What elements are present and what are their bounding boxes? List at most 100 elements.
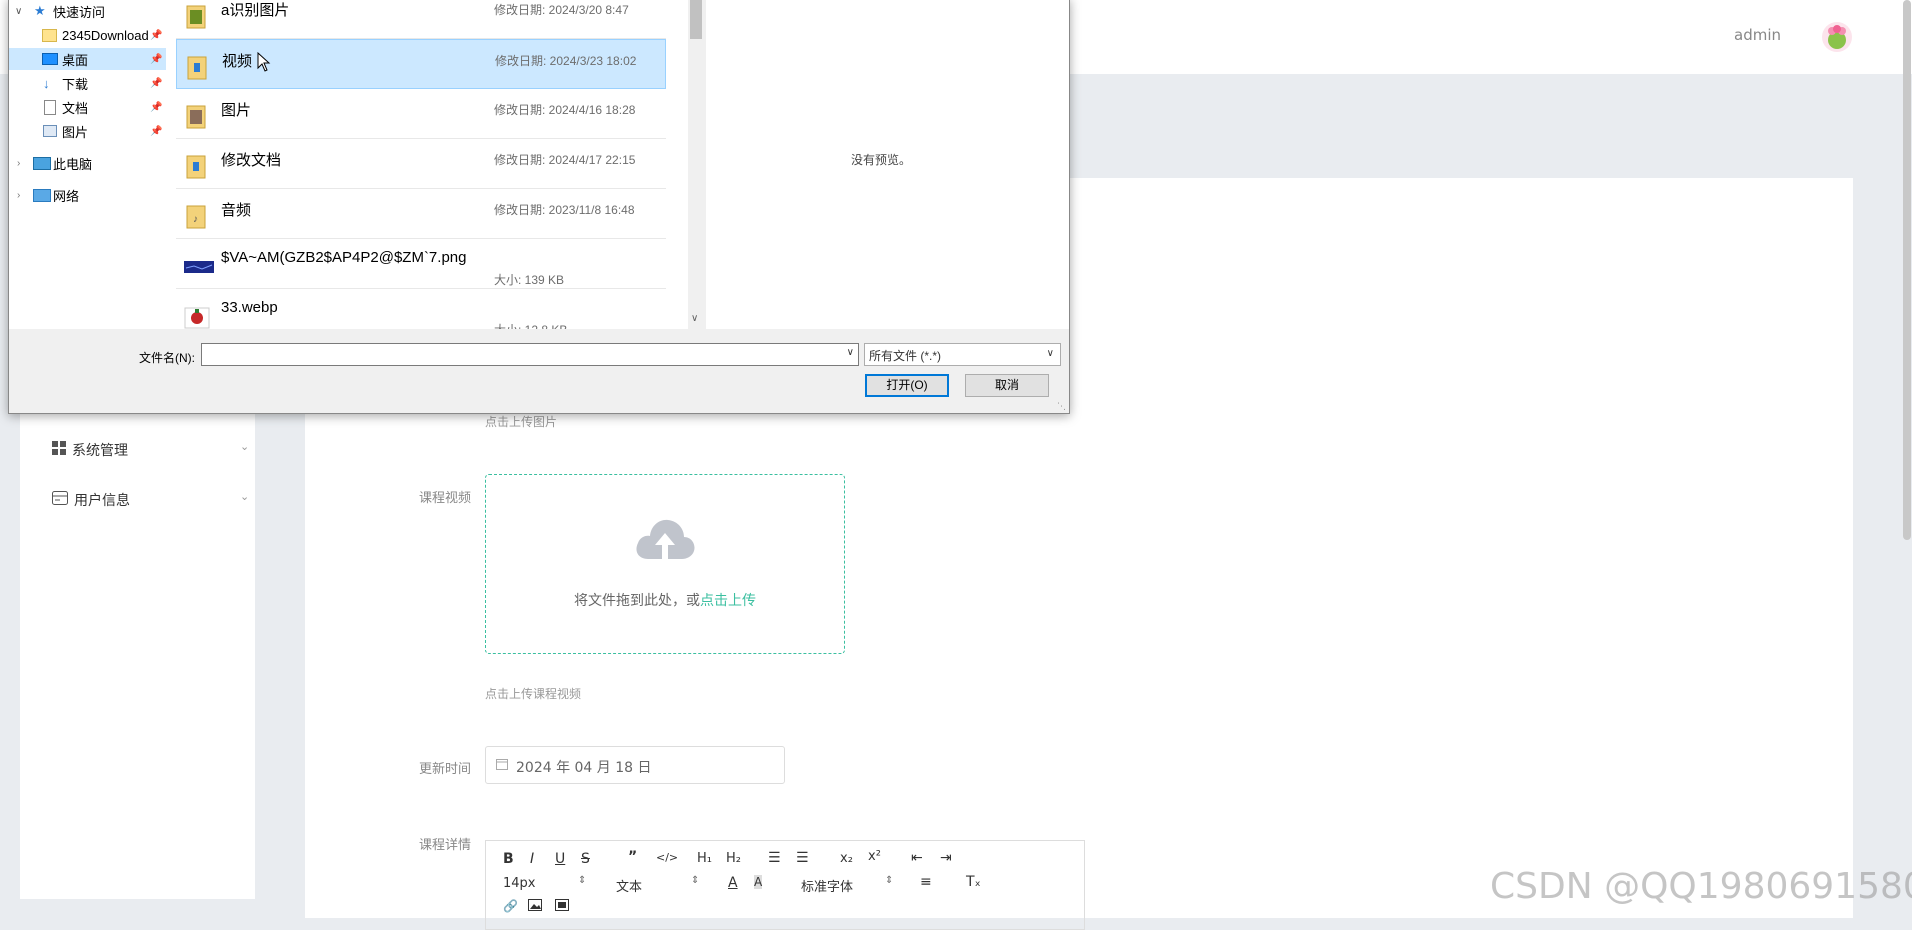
pictures-icon xyxy=(43,125,57,137)
code-icon[interactable]: </> xyxy=(656,851,678,864)
folder-icon xyxy=(184,103,210,129)
calendar-icon xyxy=(496,758,508,774)
outdent-icon[interactable]: ⇤ xyxy=(911,850,923,866)
font-family-select[interactable]: 标准字体 xyxy=(801,876,853,895)
file-meta: 修改日期: 2024/4/17 22:15 xyxy=(494,153,636,167)
font-color-icon[interactable]: A xyxy=(728,875,738,891)
h1-icon[interactable]: H₁ xyxy=(697,851,712,866)
scroll-down-icon[interactable]: ∨ xyxy=(691,313,698,324)
filetype-value: 所有文件 (*.*) xyxy=(869,349,942,363)
rich-text-editor[interactable]: B I U S ” </> H₁ H₂ ☰ ☰ x₂ x² ⇤ ⇥ 14px ⇕… xyxy=(485,840,1085,930)
paragraph-select[interactable]: 文本 xyxy=(616,876,642,895)
file-list: a识别图片 修改日期: 2024/3/20 8:47 视频 修改日期: 2024… xyxy=(166,0,688,329)
file-meta: 大小: 139 KB xyxy=(494,273,565,287)
file-row[interactable]: 视频 修改日期: 2024/3/23 18:02 xyxy=(176,39,666,89)
pin-icon: 📌 xyxy=(150,53,163,65)
nav-label: 图片 xyxy=(62,124,89,140)
italic-icon[interactable]: I xyxy=(530,851,534,867)
indent-icon[interactable]: ⇥ xyxy=(940,850,952,866)
avatar[interactable] xyxy=(1822,22,1852,52)
scrollbar-thumb[interactable] xyxy=(690,0,702,39)
image-icon[interactable] xyxy=(528,899,542,915)
folder-icon xyxy=(184,3,210,29)
nav-item-downloads[interactable]: ↓ 下载 📌 xyxy=(9,72,166,94)
subscript-icon[interactable]: x₂ xyxy=(840,851,853,866)
chevron-right-icon[interactable]: › xyxy=(17,158,20,169)
upload-drag-text: 将文件拖到此处，或 xyxy=(574,593,700,609)
blockquote-icon[interactable]: ” xyxy=(628,849,637,865)
page-scrollbar[interactable] xyxy=(1903,0,1911,540)
filetype-select[interactable]: 所有文件 (*.*) ∨ xyxy=(864,343,1061,366)
document-icon xyxy=(44,99,56,115)
file-row[interactable]: 33.webp 大小: 12.8 KB xyxy=(176,289,666,329)
nav-item-desktop[interactable]: 桌面 📌 xyxy=(9,48,166,70)
nav-this-pc[interactable]: › 此电脑 xyxy=(9,152,166,174)
file-row[interactable]: 修改文档 修改日期: 2024/4/17 22:15 xyxy=(176,139,666,189)
nav-item-2345download[interactable]: 2345Download 📌 xyxy=(9,24,166,46)
nav-item-pictures[interactable]: 图片 📌 xyxy=(9,120,166,142)
nav-item-documents[interactable]: 文档 📌 xyxy=(9,96,166,118)
mouse-cursor-icon xyxy=(257,51,271,77)
file-row[interactable]: ♪ 音频 修改日期: 2023/11/8 16:48 xyxy=(176,189,666,239)
open-button[interactable]: 打开(O) xyxy=(865,374,949,397)
chevron-down-icon: ⌄ xyxy=(240,440,250,453)
chevron-updown-icon: ⇕ xyxy=(578,875,587,886)
link-icon[interactable]: 🔗 xyxy=(503,899,518,913)
nav-label: 此电脑 xyxy=(53,156,93,172)
upload-link[interactable]: 点击上传 xyxy=(700,593,756,609)
resize-grip-icon[interactable]: ⋱ xyxy=(1057,402,1066,412)
watermark: CSDN @QQ1980691580 xyxy=(1490,866,1912,907)
file-row[interactable]: 图片 修改日期: 2024/4/16 18:28 xyxy=(176,89,666,139)
chevron-right-icon[interactable]: › xyxy=(17,190,20,201)
update-time-input[interactable]: 2024 年 04 月 18 日 xyxy=(485,746,785,784)
file-open-dialog: ∨ ★ 快速访问 2345Download 📌 桌面 📌 ↓ 下载 📌 文档 📌… xyxy=(8,0,1070,414)
strikethrough-icon[interactable]: S xyxy=(581,851,590,867)
background-color-icon[interactable]: A xyxy=(754,875,763,889)
pin-icon: 📌 xyxy=(150,101,163,113)
h2-icon[interactable]: H₂ xyxy=(726,851,741,866)
navigation-pane: ∨ ★ 快速访问 2345Download 📌 桌面 📌 ↓ 下载 📌 文档 📌… xyxy=(9,0,167,329)
clear-format-icon[interactable]: Tₓ xyxy=(966,874,981,890)
file-name: 图片 xyxy=(221,102,252,119)
file-meta: 修改日期: 2023/11/8 16:48 xyxy=(494,203,635,217)
image-file-icon xyxy=(184,253,214,279)
ordered-list-icon[interactable]: ☰ xyxy=(768,850,781,866)
chevron-down-icon[interactable]: ∨ xyxy=(15,6,22,17)
file-name: $VA~AM(GZB2$AP4P2@$ZM`7.png xyxy=(221,249,467,266)
cancel-button[interactable]: 取消 xyxy=(965,374,1049,397)
user-name[interactable]: admin xyxy=(1734,26,1781,44)
pin-icon: 📌 xyxy=(150,29,163,41)
nav-quick-access[interactable]: ∨ ★ 快速访问 xyxy=(9,0,166,22)
align-icon[interactable]: ≡ xyxy=(920,874,932,890)
image-file-icon xyxy=(184,303,210,329)
download-arrow-icon: ↓ xyxy=(43,75,50,91)
superscript-icon[interactable]: x² xyxy=(868,849,881,864)
bullet-list-icon[interactable]: ☰ xyxy=(796,850,809,866)
image-upload-hint: 点击上传图片 xyxy=(485,415,558,429)
sidebar-item-user-info[interactable]: 用户信息 ⌄ xyxy=(52,490,249,510)
svg-text:♪: ♪ xyxy=(193,214,198,225)
nav-label: 桌面 xyxy=(62,52,89,68)
sidebar-item-system[interactable]: 系统管理 ⌄ xyxy=(52,440,249,460)
video-icon[interactable] xyxy=(555,899,569,915)
filename-label: 文件名(N): xyxy=(139,351,195,365)
underline-icon[interactable]: U xyxy=(555,851,565,867)
file-name: 视频 xyxy=(222,53,253,70)
video-upload-dropzone[interactable]: 将文件拖到此处，或点击上传 xyxy=(485,474,845,654)
file-row[interactable]: $VA~AM(GZB2$AP4P2@$ZM`7.png 大小: 139 KB xyxy=(176,239,666,289)
nav-label: 快速访问 xyxy=(53,4,106,20)
nav-label: 文档 xyxy=(62,100,89,116)
file-row[interactable]: a识别图片 修改日期: 2024/3/20 8:47 xyxy=(176,0,666,39)
chevron-updown-icon: ⇕ xyxy=(691,875,700,886)
filename-input[interactable]: ∨ xyxy=(201,343,859,366)
file-list-scrollbar[interactable]: ∨ xyxy=(688,0,705,329)
bold-icon[interactable]: B xyxy=(503,851,514,867)
nav-network[interactable]: › 网络 xyxy=(9,184,166,206)
file-name: 33.webp xyxy=(221,299,278,316)
font-size-select[interactable]: 14px xyxy=(503,876,536,891)
folder-icon xyxy=(42,28,57,42)
chevron-down-icon[interactable]: ∨ xyxy=(847,347,854,358)
update-time-label: 更新时间 xyxy=(419,762,472,777)
update-time-value: 2024 年 04 月 18 日 xyxy=(516,760,652,776)
nav-label: 2345Download xyxy=(62,27,149,43)
